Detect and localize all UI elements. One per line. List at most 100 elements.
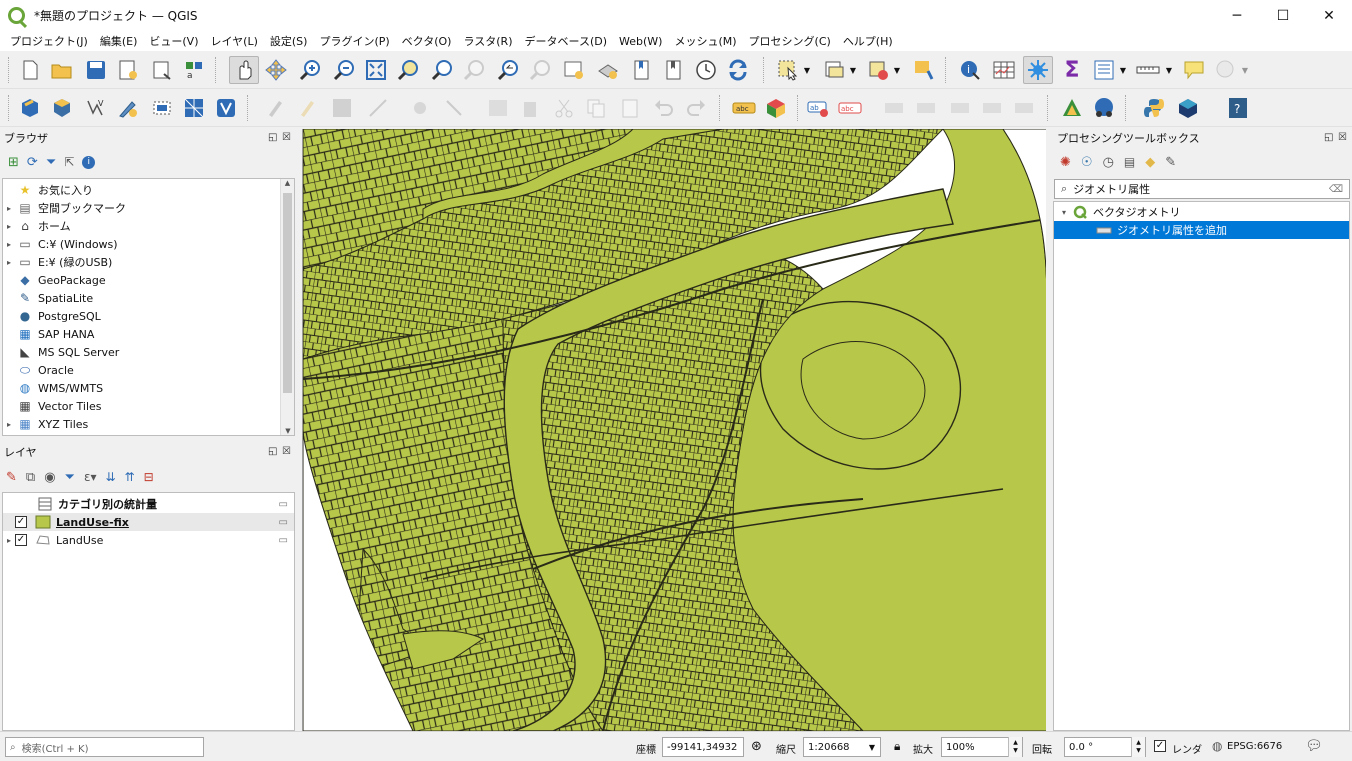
menu-vector[interactable]: ベクタ(O) (396, 33, 458, 49)
vertex-tool-icon[interactable] (407, 95, 433, 121)
new-mesh-layer-icon[interactable] (181, 95, 207, 121)
deselect-features-icon[interactable] (865, 57, 891, 83)
new-virtual-layer-icon[interactable] (149, 95, 175, 121)
browser-item[interactable]: ◍ WMS/WMTS (3, 379, 294, 397)
python-console-icon[interactable] (1141, 95, 1167, 121)
edit-table-icon[interactable] (485, 95, 511, 121)
copy-features-icon[interactable] (583, 95, 609, 121)
show-bookmarks-icon[interactable] (661, 57, 687, 83)
menu-project[interactable]: プロジェクト(J) (4, 33, 94, 49)
browser-item[interactable]: ● PostgreSQL (3, 307, 294, 325)
select-features-icon[interactable] (775, 57, 801, 83)
scroll-down-icon[interactable]: ▼ (281, 427, 294, 435)
style-manager-icon[interactable]: a (181, 57, 207, 83)
chevron-down-icon[interactable]: ▼ (1163, 57, 1175, 83)
save-layer-edits-icon[interactable] (329, 95, 355, 121)
new-print-layout-icon[interactable] (115, 57, 141, 83)
move-label-icon[interactable] (881, 95, 907, 121)
menu-settings[interactable]: 設定(S) (264, 33, 314, 49)
pan-to-selection-icon[interactable] (263, 57, 289, 83)
indicator-icon[interactable]: ▭ (279, 499, 288, 510)
layer-visibility-checkbox[interactable]: ✓ (15, 534, 27, 546)
chevron-down-icon[interactable]: ▼ (847, 57, 859, 83)
info-icon[interactable]: i (82, 155, 96, 169)
cut-features-icon[interactable] (551, 95, 577, 121)
diagram-options-icon[interactable] (763, 95, 789, 121)
open-table-icon[interactable] (1091, 57, 1117, 83)
float-icon[interactable]: ◱ (268, 132, 277, 143)
lock-icon[interactable]: 🔒︎ (894, 739, 900, 754)
pin-labels-icon[interactable]: ab (805, 95, 831, 121)
open-project-icon[interactable] (49, 57, 75, 83)
browser-item[interactable]: ⬭ Oracle (3, 361, 294, 379)
locator-search-input[interactable]: ⌕ 検索(Ctrl + K) (5, 737, 204, 757)
expand-arrow[interactable]: ▸ (3, 258, 15, 267)
chevron-down-icon[interactable]: ▼ (1239, 57, 1251, 83)
menu-database[interactable]: データベース(D) (519, 33, 614, 49)
menu-processing[interactable]: プロセシング(C) (743, 33, 837, 49)
expand-arrow[interactable]: ▸ (3, 222, 15, 231)
expand-arrow[interactable]: ▸ (3, 420, 15, 429)
save-project-icon[interactable] (83, 57, 109, 83)
extent-toggle-icon[interactable]: ⊛ (751, 739, 762, 754)
remove-layer-icon[interactable]: ⊟ (144, 470, 154, 484)
new-3d-map-view-icon[interactable] (595, 57, 621, 83)
messages-icon[interactable]: 💬︎ (1305, 738, 1323, 754)
refresh-icon[interactable]: ⟳ (27, 155, 38, 170)
zoom-out-icon[interactable] (331, 57, 357, 83)
menu-help[interactable]: ヘルプ(H) (837, 33, 899, 49)
new-spatialite-layer-icon[interactable] (115, 95, 141, 121)
browser-item[interactable]: ▦ SAP HANA (3, 325, 294, 343)
scale-field[interactable]: 1:20668 ▼ (803, 737, 881, 757)
browser-item[interactable]: ✎ SpatiaLite (3, 289, 294, 307)
python-scripts-icon[interactable]: ☉ (1081, 155, 1093, 170)
undo-icon[interactable] (651, 95, 677, 121)
menu-plugins[interactable]: プラグイン(P) (313, 33, 395, 49)
attribute-table-icon[interactable] (991, 57, 1017, 83)
zoom-full-icon[interactable] (363, 57, 389, 83)
scrollbar-thumb[interactable] (283, 193, 292, 393)
chevron-down-icon[interactable]: ▼ (801, 57, 813, 83)
browser-item[interactable]: ▸ ▤ 空間ブックマーク (3, 199, 294, 217)
expand-arrow[interactable]: ▸ (3, 536, 15, 545)
new-geopackage-layer-icon[interactable] (49, 95, 75, 121)
coordinate-field[interactable]: -99141,34932 (662, 737, 744, 757)
filter-legend-icon[interactable]: ⏷ (65, 470, 75, 485)
algorithm-item[interactable]: ジオメトリ属性を追加 (1054, 221, 1349, 239)
algorithm-group[interactable]: ▾ ベクタジオメトリ (1054, 203, 1349, 221)
locator-icon[interactable] (1213, 57, 1239, 83)
new-shapefile-layer-icon[interactable]: V (83, 95, 109, 121)
history-icon[interactable]: ◷ (1103, 155, 1114, 170)
close-icon[interactable]: ☒ (282, 446, 291, 457)
zoom-to-selection-icon[interactable] (395, 57, 421, 83)
help-icon[interactable]: ? (1225, 95, 1251, 121)
grass-icon[interactable] (1059, 95, 1085, 121)
render-checkbox[interactable]: ✓ (1154, 740, 1166, 752)
options-wrench-icon[interactable]: ✎ (1165, 155, 1176, 170)
maximize-button[interactable]: ☐ (1260, 0, 1306, 31)
layer-row[interactable]: カテゴリ別の統計量 ▭ (3, 495, 294, 513)
new-map-view-icon[interactable] (561, 57, 587, 83)
indicator-icon[interactable]: ▭ (279, 535, 288, 546)
menu-layer[interactable]: レイヤ(L) (204, 33, 263, 49)
magnifier-field[interactable]: 100% ▲ ▼ (941, 737, 1023, 757)
expand-all-icon[interactable]: ⇊ (105, 470, 115, 484)
measure-line-icon[interactable] (1135, 57, 1161, 83)
minimize-button[interactable]: ─ (1214, 0, 1260, 31)
indicator-icon[interactable]: ▭ (279, 517, 288, 528)
browser-item[interactable]: ▸ ▭ C:¥ (Windows) (3, 235, 294, 253)
new-temporary-layer-icon[interactable] (213, 95, 239, 121)
zoom-last-icon[interactable] (495, 57, 521, 83)
current-edits-icon[interactable] (263, 95, 289, 121)
redo-icon[interactable] (683, 95, 709, 121)
add-selected-layers-icon[interactable]: ⊞ (8, 155, 19, 170)
rotation-spinner[interactable]: ▲ ▼ (1131, 737, 1145, 757)
delete-selected-icon[interactable] (517, 95, 543, 121)
filter-expression-icon[interactable]: ε▾ (84, 470, 97, 484)
magnifier-spinner[interactable]: ▲ ▼ (1008, 737, 1022, 757)
clear-search-icon[interactable]: ⌫ (1329, 184, 1343, 195)
toggle-editing-icon[interactable] (295, 95, 321, 121)
modify-attributes-icon[interactable] (441, 95, 467, 121)
move-diagram-icon[interactable] (979, 95, 1005, 121)
label-toolbar-icon[interactable]: abc (731, 95, 757, 121)
